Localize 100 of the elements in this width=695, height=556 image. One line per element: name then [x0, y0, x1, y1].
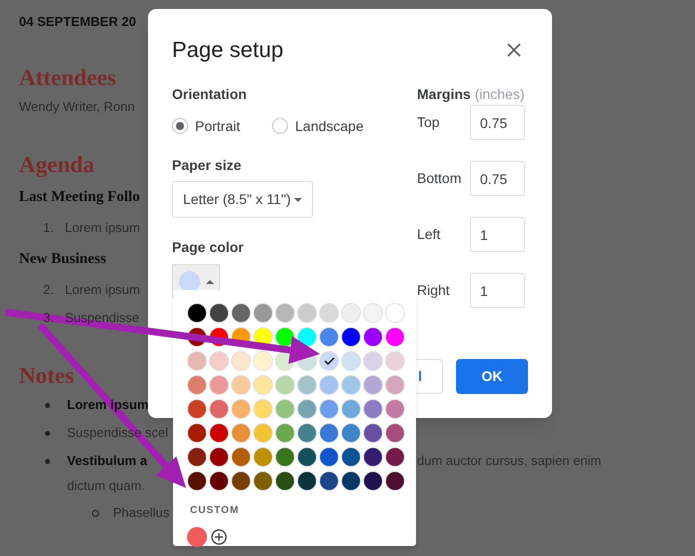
document-date: 04 SEPTEMBER 20 [19, 13, 136, 32]
color-swatch[interactable] [231, 447, 251, 467]
agenda-subheading: Last Meeting Follo [19, 188, 140, 207]
color-swatch[interactable] [319, 327, 339, 347]
color-swatch[interactable] [187, 471, 207, 491]
color-swatch[interactable] [319, 471, 339, 491]
color-swatch[interactable] [297, 303, 317, 323]
color-swatch[interactable] [341, 351, 361, 371]
color-swatch[interactable] [187, 351, 207, 371]
margin-label: Top [417, 113, 441, 132]
color-swatch[interactable] [275, 471, 295, 491]
color-swatch[interactable] [253, 423, 273, 443]
color-swatch[interactable] [275, 423, 295, 443]
color-swatch[interactable] [341, 327, 361, 347]
section-label: Orientation [172, 85, 248, 104]
color-swatch[interactable] [253, 351, 273, 371]
color-swatch[interactable] [319, 447, 339, 467]
color-swatch[interactable] [319, 423, 339, 443]
color-swatch[interactable] [297, 399, 317, 419]
color-swatch[interactable] [297, 375, 317, 395]
orientation-radio[interactable]: Landscape [272, 116, 364, 136]
color-swatch[interactable] [209, 351, 229, 371]
section-heading: Attendees [19, 64, 116, 92]
color-swatch[interactable] [341, 471, 361, 491]
color-swatch[interactable] [385, 351, 405, 371]
color-swatch[interactable] [385, 303, 405, 323]
close-button[interactable] [506, 42, 522, 58]
attendees-text: Wendy Writer, Ronn [19, 98, 135, 116]
color-swatch[interactable] [341, 423, 361, 443]
list-item-text: Lorem ipsum [64, 281, 140, 300]
ok-button[interactable]: OK [456, 359, 528, 394]
add-icon[interactable] [211, 529, 227, 545]
color-swatch[interactable] [363, 423, 383, 443]
color-swatch[interactable] [275, 399, 295, 419]
color-swatch[interactable] [253, 375, 273, 395]
color-swatch[interactable] [297, 471, 317, 491]
color-swatch[interactable] [253, 399, 273, 419]
color-swatch[interactable] [209, 447, 229, 467]
color-swatch[interactable] [209, 423, 229, 443]
color-swatch[interactable] [231, 399, 251, 419]
color-swatch[interactable] [231, 471, 251, 491]
color-swatch[interactable] [385, 447, 405, 467]
color-swatch[interactable] [275, 375, 295, 395]
orientation-radio[interactable]: Portrait [172, 116, 240, 136]
color-swatch[interactable] [363, 471, 383, 491]
color-swatch[interactable] [187, 375, 207, 395]
paper-size-dropdown[interactable]: Letter (8.5" x 11") [172, 181, 313, 218]
color-swatch[interactable] [363, 447, 383, 467]
color-swatch[interactable] [341, 375, 361, 395]
color-swatch[interactable] [363, 351, 383, 371]
list-item-text: dictum quam. [67, 477, 146, 496]
color-swatch[interactable] [385, 423, 405, 443]
color-swatch[interactable] [385, 399, 405, 419]
color-swatch[interactable] [275, 447, 295, 467]
color-swatch[interactable] [341, 399, 361, 419]
color-swatch[interactable] [363, 399, 383, 419]
section-label: Page color [172, 238, 245, 257]
color-swatch[interactable] [253, 447, 273, 467]
color-swatch[interactable] [231, 303, 251, 323]
color-swatch[interactable] [341, 447, 361, 467]
color-swatch[interactable] [341, 303, 361, 323]
color-swatch[interactable] [231, 423, 251, 443]
color-swatch[interactable] [209, 471, 229, 491]
color-swatch[interactable] [319, 303, 339, 323]
color-swatch[interactable] [385, 375, 405, 395]
section-heading: Notes [19, 362, 74, 390]
margin-input[interactable]: 1 [470, 217, 525, 252]
margin-input[interactable]: 0.75 [470, 161, 525, 196]
color-swatch[interactable] [319, 399, 339, 419]
color-swatch[interactable] [231, 351, 251, 371]
color-swatch[interactable] [363, 327, 383, 347]
color-swatch[interactable] [187, 447, 207, 467]
color-swatch[interactable] [209, 375, 229, 395]
color-swatch[interactable] [187, 423, 207, 443]
color-swatch[interactable] [363, 375, 383, 395]
color-swatch[interactable] [209, 399, 229, 419]
caret-icon [206, 280, 214, 284]
color-swatch[interactable] [385, 471, 405, 491]
custom-color-swatch[interactable] [187, 527, 207, 547]
color-swatch[interactable] [275, 303, 295, 323]
section-heading: Agenda [19, 150, 94, 180]
color-swatch[interactable] [253, 303, 273, 323]
hollow-bullet [92, 510, 99, 516]
list-number: 1. [43, 219, 54, 238]
color-swatch[interactable] [319, 351, 339, 371]
color-swatch[interactable] [363, 303, 383, 323]
color-swatch[interactable] [385, 327, 405, 347]
margin-input[interactable]: 0.75 [470, 105, 525, 140]
color-swatch[interactable] [297, 447, 317, 467]
caret-icon [294, 198, 302, 202]
color-swatch[interactable] [187, 399, 207, 419]
color-swatch[interactable] [253, 471, 273, 491]
color-swatch[interactable] [319, 375, 339, 395]
color-swatch[interactable] [187, 303, 207, 323]
margin-input[interactable]: 1 [470, 273, 525, 308]
section-label: Paper size [172, 156, 242, 175]
color-swatch[interactable] [231, 375, 251, 395]
color-swatch[interactable] [297, 423, 317, 443]
color-swatch[interactable] [209, 303, 229, 323]
list-item-text: Vestibulum a [67, 452, 148, 470]
